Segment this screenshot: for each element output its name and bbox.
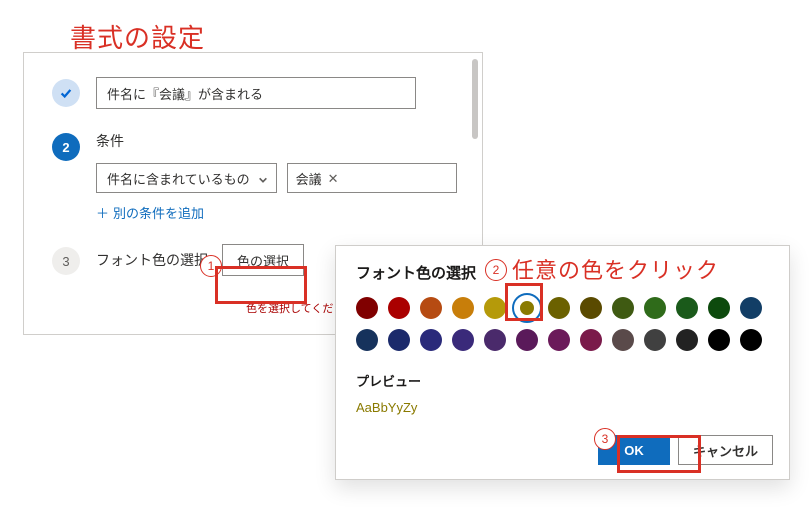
rule-name-input[interactable]: 件名に『会議』が含まれる (96, 77, 416, 109)
color-swatch[interactable] (484, 329, 506, 351)
cancel-button[interactable]: キャンセル (678, 435, 773, 465)
annotation-title: 書式の設定 (70, 18, 205, 55)
color-swatch-grid (356, 297, 776, 351)
preview-sample: AaBbYyZy (356, 400, 769, 415)
color-swatch[interactable] (612, 297, 634, 319)
step1-badge-check-icon (52, 79, 80, 107)
color-swatch[interactable] (356, 297, 378, 319)
ok-label: OK (624, 443, 644, 458)
step3-badge: 3 (52, 247, 80, 275)
color-swatch[interactable] (420, 297, 442, 319)
condition-value-tag: 会議 ✕ (294, 169, 341, 188)
condition-field-value: 件名に含まれているもの (107, 169, 250, 188)
step3-body: フォント色の選択 色の選択 (96, 244, 304, 276)
step-1-row: 件名に『会議』が含まれる (52, 77, 462, 109)
color-swatch[interactable] (452, 297, 474, 319)
color-swatch[interactable] (676, 329, 698, 351)
popup-title: フォント色の選択 (356, 262, 769, 283)
choose-color-button[interactable]: 色の選択 (222, 244, 304, 276)
rule-name-value: 件名に『会議』が含まれる (107, 84, 263, 103)
color-swatch[interactable] (644, 329, 666, 351)
scrollbar-thumb[interactable] (472, 59, 478, 139)
preview-label: プレビュー (356, 371, 769, 390)
add-condition-link[interactable]: ＋ 別の条件を追加 (96, 203, 204, 222)
color-swatch[interactable] (740, 329, 762, 351)
color-swatch[interactable] (708, 297, 730, 319)
color-swatch[interactable] (388, 297, 410, 319)
color-swatch[interactable] (516, 297, 538, 319)
color-swatch[interactable] (484, 297, 506, 319)
add-condition-label: 別の条件を追加 (113, 203, 204, 222)
condition-line: 件名に含まれているもの 会議 ✕ (96, 163, 462, 193)
chevron-down-icon (258, 173, 268, 183)
color-swatch[interactable] (580, 329, 602, 351)
step3-title: フォント色の選択 (96, 250, 208, 270)
choose-color-label: 色の選択 (237, 251, 289, 270)
color-swatch[interactable] (452, 329, 474, 351)
color-swatch[interactable] (548, 297, 570, 319)
step2-body: 条件 件名に含まれているもの 会議 ✕ ＋ 別の条件を追加 (96, 131, 462, 222)
step3-number: 3 (62, 254, 69, 269)
color-swatch[interactable] (740, 297, 762, 319)
condition-value-input[interactable]: 会議 ✕ (287, 163, 457, 193)
step-2-row: 2 条件 件名に含まれているもの 会議 ✕ ＋ (52, 131, 462, 222)
popup-actions: OK キャンセル (598, 435, 773, 465)
color-swatch[interactable] (580, 297, 602, 319)
color-swatch[interactable] (644, 297, 666, 319)
color-swatch[interactable] (388, 329, 410, 351)
color-swatch[interactable] (548, 329, 570, 351)
plus-icon: ＋ (96, 203, 109, 222)
remove-tag-icon[interactable]: ✕ (328, 172, 339, 185)
color-swatch[interactable] (420, 329, 442, 351)
condition-value-text: 会議 (296, 169, 322, 188)
step2-number: 2 (62, 140, 69, 155)
ok-button[interactable]: OK (598, 435, 670, 465)
font-color-popup: フォント色の選択 プレビュー AaBbYyZy OK キャンセル (335, 245, 790, 480)
color-swatch[interactable] (516, 329, 538, 351)
color-swatch[interactable] (708, 329, 730, 351)
step2-badge: 2 (52, 133, 80, 161)
condition-field-dropdown[interactable]: 件名に含まれているもの (96, 163, 277, 193)
step2-title: 条件 (96, 131, 462, 151)
color-swatch[interactable] (356, 329, 378, 351)
color-swatch[interactable] (676, 297, 698, 319)
cancel-label: キャンセル (693, 441, 758, 460)
color-swatch[interactable] (612, 329, 634, 351)
